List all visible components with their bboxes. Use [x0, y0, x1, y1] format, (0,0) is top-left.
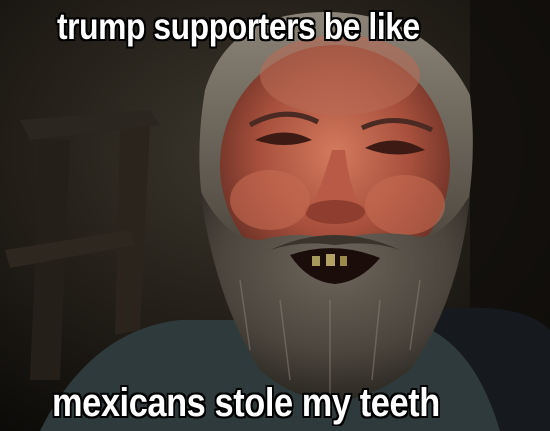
bearded-man-photo	[0, 0, 550, 431]
bottom-caption: mexicans stole my teeth	[52, 381, 440, 425]
meme-image: trump supporters be like mexicans stole …	[0, 0, 550, 431]
top-caption: trump supporters be like	[57, 6, 420, 47]
